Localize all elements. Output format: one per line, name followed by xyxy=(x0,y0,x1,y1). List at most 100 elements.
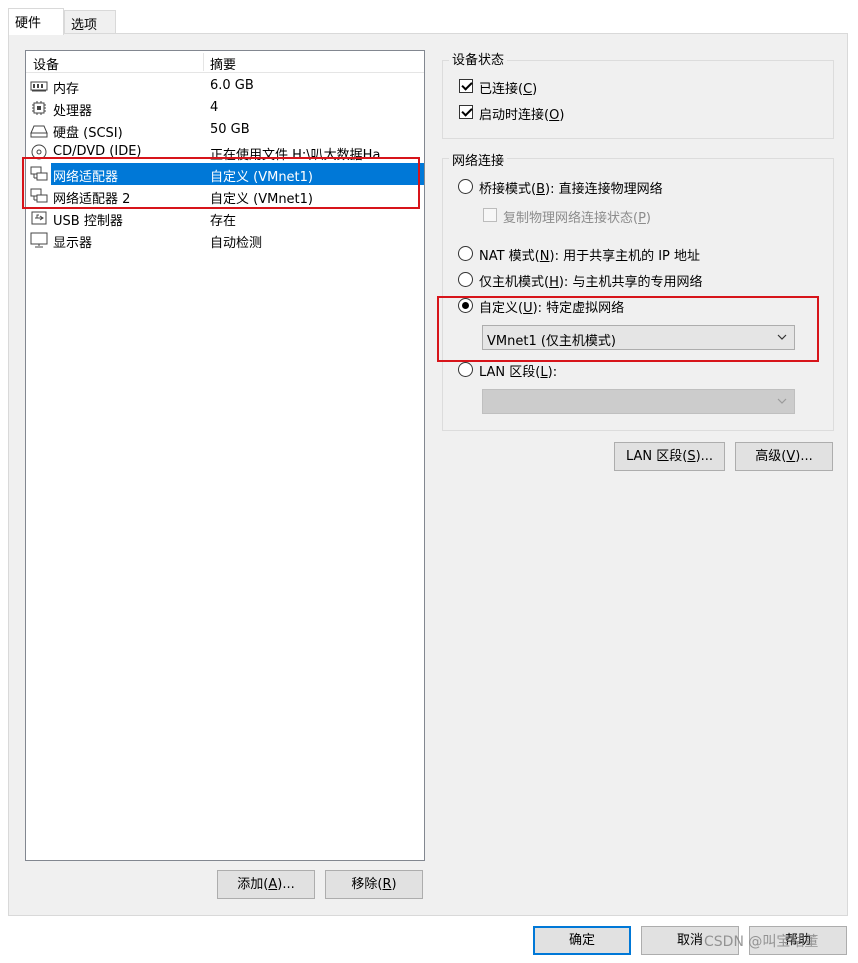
device-summary: 存在 xyxy=(210,214,237,229)
device-list[interactable]: 设备 摘要 内存 6.0 GB 处理器 4 硬盘 (SCSI) 50 GB CD… xyxy=(25,50,425,861)
add-accel-key: A xyxy=(268,877,278,892)
nat-radio[interactable] xyxy=(458,246,473,261)
connected-suffix: ) xyxy=(532,82,538,97)
hardware-panel: 设备 摘要 内存 6.0 GB 处理器 4 硬盘 (SCSI) 50 GB CD… xyxy=(8,33,848,916)
tab-options[interactable]: 选项 xyxy=(64,10,116,34)
custom-suffix: ): 特定虚拟网络 xyxy=(532,301,625,316)
connect-at-power-on-checkbox[interactable] xyxy=(459,105,473,119)
connect-at-power-on-accel-key: O xyxy=(549,108,560,123)
replicate-state-label[interactable]: 复制物理网络连接状态(P) xyxy=(503,207,651,226)
lan-segment-label[interactable]: LAN 区段(L): xyxy=(479,361,557,380)
processor-icon xyxy=(32,101,46,115)
connect-at-power-on-text: 启动时连接( xyxy=(479,108,550,123)
lan-segment-radio[interactable] xyxy=(458,362,473,377)
lan-segments-suffix: )... xyxy=(695,449,714,464)
nat-label[interactable]: NAT 模式(N): 用于共享主机的 IP 地址 xyxy=(479,245,700,264)
watermark: CSDN @叫宝咕董 xyxy=(704,934,819,950)
network-connection-title: 网络连接 xyxy=(449,150,508,169)
display-icon xyxy=(30,232,48,248)
advanced-button[interactable]: 高级(V)... xyxy=(735,442,833,471)
connected-accel-key: C xyxy=(523,82,533,97)
custom-text: 自定义( xyxy=(479,301,524,316)
nat-suffix: ): 用于共享主机的 IP 地址 xyxy=(549,249,701,264)
bridged-radio[interactable] xyxy=(458,179,473,194)
hard-disk-icon xyxy=(30,125,48,138)
device-row-hard-disk[interactable]: 硬盘 (SCSI) 50 GB xyxy=(26,119,424,141)
host-only-radio[interactable] xyxy=(458,272,473,287)
remove-device-button[interactable]: 移除(R) xyxy=(325,870,423,899)
replicate-accel-key: P xyxy=(638,211,646,226)
device-row-network-adapter[interactable]: 网络适配器 自定义 (VMnet1) xyxy=(26,163,424,185)
device-row-processor[interactable]: 处理器 4 xyxy=(26,97,424,119)
replicate-suffix: ) xyxy=(645,211,651,226)
bridged-accel-key: B xyxy=(536,182,545,197)
replicate-text: 复制物理网络连接状态( xyxy=(503,211,639,226)
device-row-display[interactable]: 显示器 自动检测 xyxy=(26,229,424,251)
connected-text: 已连接( xyxy=(479,82,524,97)
advanced-accel-key: V xyxy=(786,449,796,464)
column-header-summary[interactable]: 摘要 xyxy=(210,54,236,73)
bridged-label[interactable]: 桥接模式(B): 直接连接物理网络 xyxy=(479,178,663,197)
lan-segment-accel-key: L xyxy=(540,365,548,380)
bridged-suffix: ): 直接连接物理网络 xyxy=(545,182,663,197)
custom-network-select[interactable]: VMnet1 (仅主机模式) xyxy=(482,325,795,350)
usb-icon xyxy=(31,211,47,225)
remove-label: 移除( xyxy=(351,877,383,892)
device-summary: 自动检测 xyxy=(210,236,263,251)
host-only-suffix: ): 与主机共享的专用网络 xyxy=(558,275,703,290)
chevron-down-icon xyxy=(777,334,787,340)
network-adapter-icon xyxy=(30,188,48,203)
device-name: 网络适配器 xyxy=(53,170,119,185)
connect-at-power-on-suffix: ) xyxy=(559,108,565,123)
device-summary: 4 xyxy=(210,100,219,115)
device-summary: 6.0 GB xyxy=(210,78,254,93)
device-name: 显示器 xyxy=(53,236,93,251)
host-only-label[interactable]: 仅主机模式(H): 与主机共享的专用网络 xyxy=(479,271,702,290)
remove-accel-key: R xyxy=(382,877,392,892)
device-row-network-adapter-2[interactable]: 网络适配器 2 自定义 (VMnet1) xyxy=(26,185,424,207)
chevron-down-icon xyxy=(777,398,787,404)
memory-icon xyxy=(30,81,48,92)
device-name: CD/DVD (IDE) xyxy=(53,144,142,159)
nat-accel-key: N xyxy=(539,249,550,264)
custom-radio[interactable] xyxy=(458,298,473,313)
bridged-text: 桥接模式( xyxy=(479,182,537,197)
tab-options-label: 选项 xyxy=(71,18,98,33)
device-summary: 自定义 (VMnet1) xyxy=(210,192,313,207)
device-status-group xyxy=(442,60,834,139)
device-summary: 自定义 (VMnet1) xyxy=(210,170,313,185)
device-summary: 50 GB xyxy=(210,122,250,137)
device-name: 硬盘 (SCSI) xyxy=(53,126,123,141)
nat-text: NAT 模式( xyxy=(479,249,540,264)
device-row-usb-controller[interactable]: USB 控制器 存在 xyxy=(26,207,424,229)
connect-at-power-on-label[interactable]: 启动时连接(O) xyxy=(479,104,564,123)
lan-segments-button[interactable]: LAN 区段(S)... xyxy=(614,442,725,471)
connected-checkbox[interactable] xyxy=(459,79,473,93)
replicate-state-checkbox[interactable] xyxy=(483,208,497,222)
device-name: 网络适配器 2 xyxy=(53,192,131,207)
lan-segment-text: LAN 区段( xyxy=(479,365,541,380)
lan-segment-suffix: ): xyxy=(547,365,558,380)
device-name: USB 控制器 xyxy=(53,214,123,229)
add-suffix: )... xyxy=(277,877,295,892)
device-row-cd-dvd[interactable]: CD/DVD (IDE) 正在使用文件 H:\叭大数据Ha... xyxy=(26,141,424,163)
ok-button[interactable]: 确定 xyxy=(533,926,631,955)
remove-suffix: ) xyxy=(391,877,397,892)
column-header-device[interactable]: 设备 xyxy=(33,54,59,73)
host-only-accel-key: H xyxy=(549,275,559,290)
custom-label[interactable]: 自定义(U): 特定虚拟网络 xyxy=(479,297,624,316)
device-name: 处理器 xyxy=(53,104,93,119)
lan-segments-accel-key: S xyxy=(687,449,696,464)
lan-segment-select[interactable] xyxy=(482,389,795,414)
lan-segments-label: LAN 区段( xyxy=(625,449,688,464)
device-row-memory[interactable]: 内存 6.0 GB xyxy=(26,75,424,97)
add-device-button[interactable]: 添加(A)... xyxy=(217,870,315,899)
cancel-label: 取消 xyxy=(676,933,703,948)
connected-label[interactable]: 已连接(C) xyxy=(479,78,537,97)
column-divider[interactable] xyxy=(203,53,204,71)
network-adapter-icon xyxy=(30,166,48,181)
device-status-title: 设备状态 xyxy=(449,49,508,68)
advanced-label: 高级( xyxy=(755,449,787,464)
tab-hardware[interactable]: 硬件 xyxy=(8,8,64,35)
custom-accel-key: U xyxy=(523,301,533,316)
